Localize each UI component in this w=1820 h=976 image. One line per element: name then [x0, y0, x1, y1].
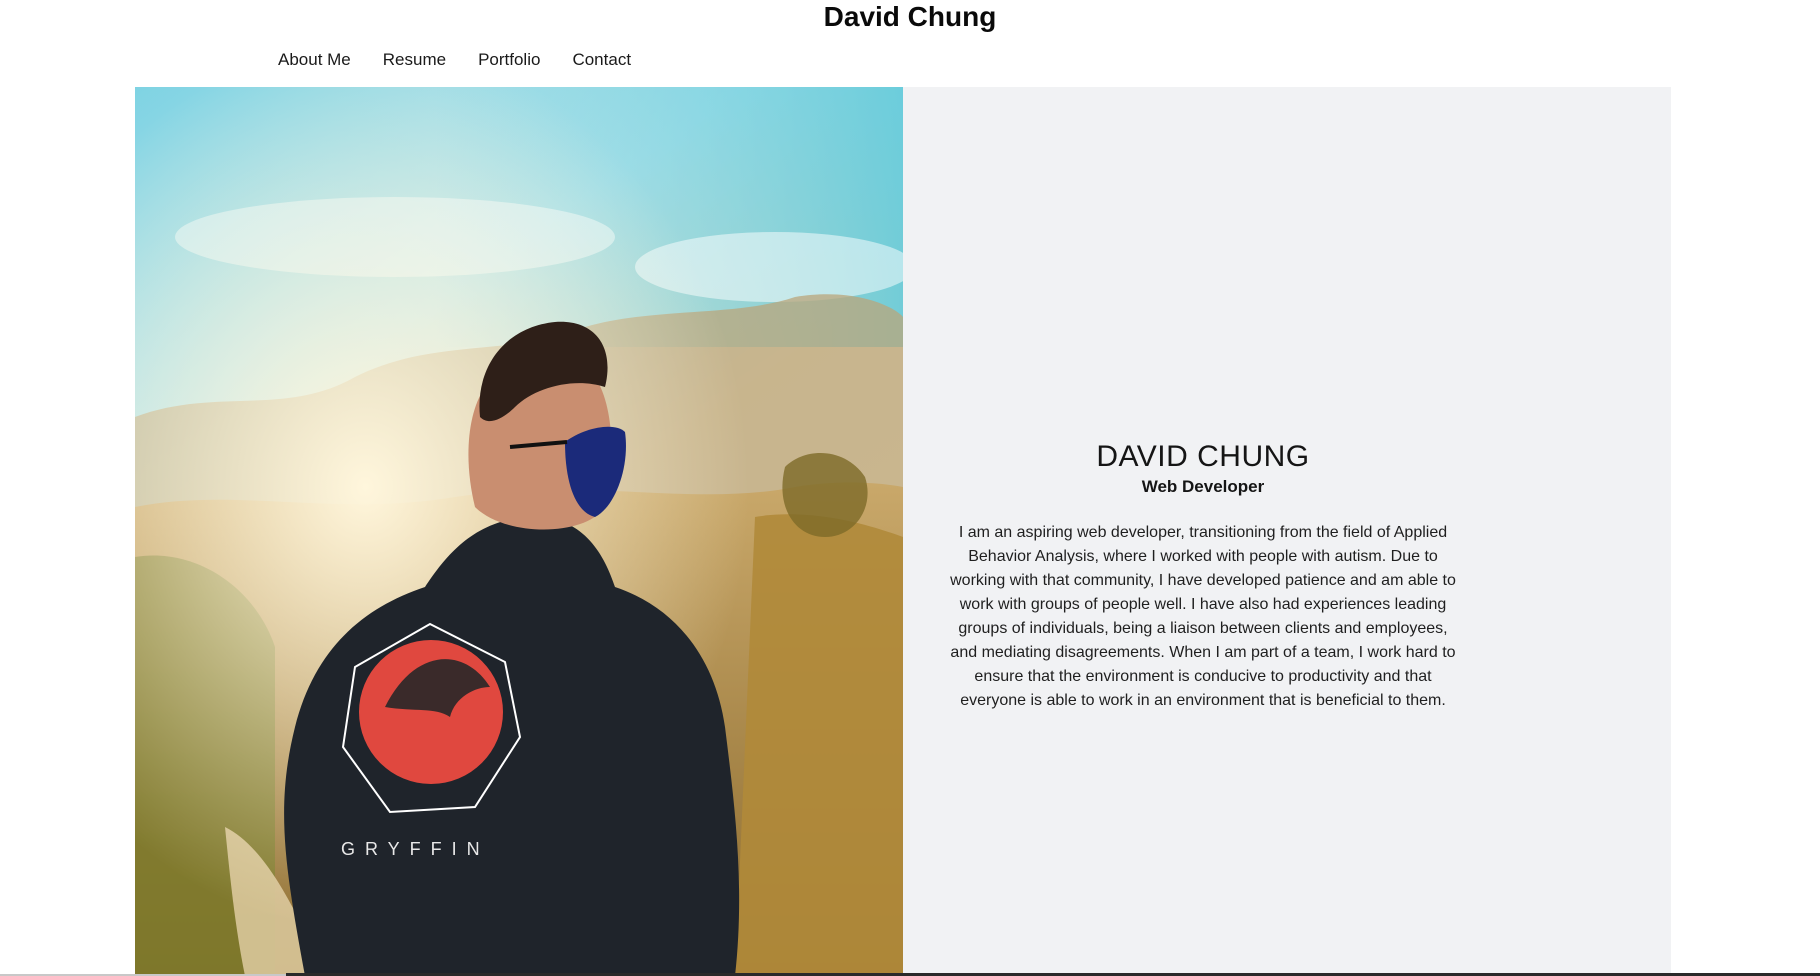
nav-link-contact[interactable]: Contact	[572, 50, 631, 70]
profile-photo-illustration: GRYFFIN	[135, 87, 903, 976]
main-nav: About Me Resume Portfolio Contact	[278, 46, 631, 74]
nav-link-portfolio[interactable]: Portfolio	[478, 50, 540, 70]
site-title: David Chung	[823, 1, 997, 32]
about-role: Web Developer	[1141, 477, 1265, 496]
about-name: DAVID CHUNG	[1096, 440, 1310, 473]
profile-photo: GRYFFIN	[135, 87, 903, 976]
nav-link-resume[interactable]: Resume	[383, 50, 446, 70]
nav-link-about-me[interactable]: About Me	[278, 50, 351, 70]
hoodie-text: GRYFFIN	[341, 839, 490, 859]
about-bio: I am an aspiring web developer, transiti…	[950, 524, 1456, 709]
about-content: DAVID CHUNG Web Developer I am an aspiri…	[943, 439, 1463, 729]
hero-section: GRYFFIN DAVID CHUNG Web Developer I am a…	[135, 87, 1671, 976]
about-panel: DAVID CHUNG Web Developer I am an aspiri…	[903, 87, 1671, 976]
